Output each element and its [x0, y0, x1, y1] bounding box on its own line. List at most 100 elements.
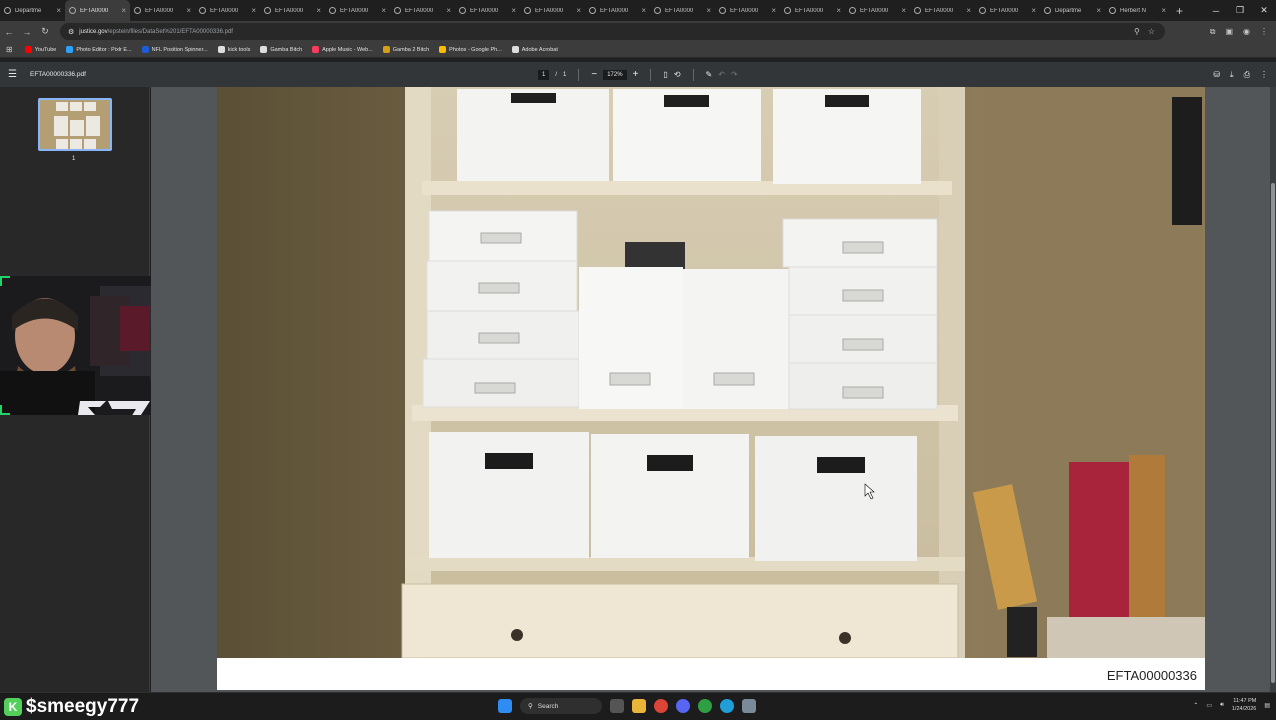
tab-close-icon[interactable]: × — [316, 6, 321, 15]
windows-start-icon[interactable] — [498, 699, 512, 713]
close-window-icon[interactable]: ✕ — [1252, 5, 1276, 16]
reload-icon[interactable]: ↻ — [36, 26, 54, 37]
browser-tab[interactable]: EFTA0000 × — [520, 0, 585, 21]
save-to-drive-icon[interactable]: ⛁ — [1213, 70, 1220, 79]
network-icon[interactable]: ▭ — [1206, 702, 1212, 709]
taskbar-search[interactable]: ⚲ Search — [520, 698, 602, 714]
pdf-page-controls: 1 / 1 − 172% + ▯ ⟲ ✎ ↶ ↷ — [538, 62, 738, 87]
browser-tab[interactable]: Departme × — [1040, 0, 1105, 21]
profile-icon[interactable]: ◉ — [1243, 27, 1250, 36]
clock[interactable]: 11:47 PM 1/24/2026 — [1232, 697, 1256, 713]
minimize-icon[interactable]: ─ — [1204, 6, 1228, 16]
tab-close-icon[interactable]: × — [56, 6, 61, 15]
maximize-icon[interactable]: ❐ — [1228, 5, 1252, 16]
bookmark-item[interactable]: Photos - Google Ph... — [439, 46, 502, 53]
tab-close-icon[interactable]: × — [1161, 6, 1166, 15]
browser-tab[interactable]: EFTA0000 × — [455, 0, 520, 21]
new-tab-button[interactable]: + — [1176, 4, 1183, 18]
browser-tab[interactable]: EFTA0000 × — [325, 0, 390, 21]
notification-icon[interactable]: ▤ — [1264, 702, 1270, 709]
zoom-input[interactable]: 172% — [603, 69, 627, 80]
tab-close-icon[interactable]: × — [641, 6, 646, 15]
volume-icon[interactable]: 🔊︎ — [1220, 702, 1224, 709]
tab-close-icon[interactable]: × — [381, 6, 386, 15]
zoom-in-icon[interactable]: + — [633, 69, 639, 80]
browser-tab[interactable]: Departme × — [0, 0, 65, 21]
bookmark-item[interactable]: Photo Editor : Pixlr E... — [66, 46, 132, 53]
bookmark-item[interactable]: Gamba 2 Bitch — [382, 46, 429, 53]
viewer-scrollbar[interactable] — [1270, 87, 1276, 692]
site-info-icon[interactable]: ⚙ — [68, 28, 74, 36]
browser-tab[interactable]: EFTA0000 × — [390, 0, 455, 21]
browser-tab[interactable]: EFTA0000 × — [780, 0, 845, 21]
bookmark-item[interactable]: NFL Position Spinner... — [141, 46, 208, 53]
download-icon[interactable]: ⤓ — [1230, 70, 1234, 80]
browser-tab[interactable]: EFTA0000 × — [715, 0, 780, 21]
chrome-menu-icon[interactable]: ⋮ — [1260, 27, 1268, 36]
tab-close-icon[interactable]: × — [836, 6, 841, 15]
bookmark-item[interactable]: Apple Music - Web... — [312, 46, 373, 53]
tab-close-icon[interactable]: × — [706, 6, 711, 15]
file-explorer-icon[interactable] — [632, 699, 646, 713]
forward-icon[interactable]: → — [18, 27, 36, 37]
browser-tab[interactable]: EFTA0000 × — [845, 0, 910, 21]
tab-favicon-icon — [4, 7, 11, 14]
tab-close-icon[interactable]: × — [511, 6, 516, 15]
tab-close-icon[interactable]: × — [771, 6, 776, 15]
address-bar[interactable]: ⚙ justice.gov /epstein/files/DataSet%201… — [60, 23, 1165, 40]
apps-grid-icon[interactable]: ⊞ — [6, 45, 13, 54]
frame-corner-icon — [0, 405, 10, 415]
zoom-out-icon[interactable]: − — [591, 69, 597, 80]
zoom-icon[interactable]: ⚲ — [1134, 27, 1140, 36]
notepad-icon[interactable] — [742, 699, 756, 713]
extensions-icon[interactable]: ⧉ — [1210, 27, 1216, 37]
pdf-more-icon[interactable]: ⋮ — [1260, 70, 1268, 79]
scrollbar-thumb[interactable] — [1271, 183, 1275, 683]
browser-tab[interactable]: EFTA0000 × — [195, 0, 260, 21]
browser-tab[interactable]: Herbert N × — [1105, 0, 1170, 21]
tab-close-icon[interactable]: × — [901, 6, 906, 15]
browser-tab[interactable]: EFTA0000 × — [650, 0, 715, 21]
tab-close-icon[interactable]: × — [446, 6, 451, 15]
undo-icon[interactable]: ↶ — [718, 70, 725, 79]
edge-icon[interactable] — [720, 699, 734, 713]
tab-close-icon[interactable]: × — [576, 6, 581, 15]
tray-expand-icon[interactable]: ⌃ — [1193, 702, 1198, 709]
pdf-viewer[interactable]: EFTA00000336 — [151, 87, 1276, 692]
xbox-icon[interactable] — [698, 699, 712, 713]
fit-page-icon[interactable]: ▯ — [663, 70, 667, 79]
bookmark-item[interactable]: Adobe Acrobat — [511, 46, 558, 53]
bookmark-item[interactable]: kick tools — [217, 46, 250, 53]
redo-icon[interactable]: ↷ — [731, 70, 738, 79]
task-view-icon[interactable] — [610, 699, 624, 713]
tab-close-icon[interactable]: × — [966, 6, 971, 15]
rotate-icon[interactable]: ⟲ — [674, 70, 681, 79]
browser-tab[interactable]: EFTA0000 × — [910, 0, 975, 21]
discord-icon[interactable] — [676, 699, 690, 713]
bookmark-favicon-icon — [24, 46, 32, 53]
tab-close-icon[interactable]: × — [1096, 6, 1101, 15]
browser-tab[interactable]: EFTA0000 × — [260, 0, 325, 21]
bookmark-item[interactable]: Gamba Bitch — [260, 46, 302, 53]
tab-favicon-icon — [134, 7, 141, 14]
browser-tab[interactable]: EFTA0000 × — [975, 0, 1040, 21]
browser-tab[interactable]: EFTA0000 × — [130, 0, 195, 21]
annotate-icon[interactable]: ✎ — [706, 70, 713, 79]
bookmark-label: Apple Music - Web... — [322, 46, 373, 53]
sidebar-menu-icon[interactable]: ☰ — [8, 69, 24, 80]
tab-close-icon[interactable]: × — [121, 6, 126, 15]
split-view-icon[interactable]: ▣ — [1225, 27, 1233, 36]
bookmark-item[interactable]: YouTube — [24, 46, 56, 53]
browser-tab[interactable]: EFTA0000 × — [65, 0, 130, 21]
page-number-input[interactable]: 1 — [538, 69, 550, 80]
tab-close-icon[interactable]: × — [1031, 6, 1036, 15]
chrome-icon[interactable] — [654, 699, 668, 713]
print-icon[interactable]: ⎙ — [1244, 70, 1250, 80]
browser-tab[interactable]: EFTA0000 × — [585, 0, 650, 21]
bookmark-star-icon[interactable]: ☆ — [1148, 27, 1155, 36]
tab-close-icon[interactable]: × — [251, 6, 256, 15]
page-thumbnail[interactable] — [38, 98, 112, 151]
tab-close-icon[interactable]: × — [186, 6, 191, 15]
back-icon[interactable]: ← — [0, 27, 18, 37]
tab-favicon-icon — [1044, 7, 1051, 14]
